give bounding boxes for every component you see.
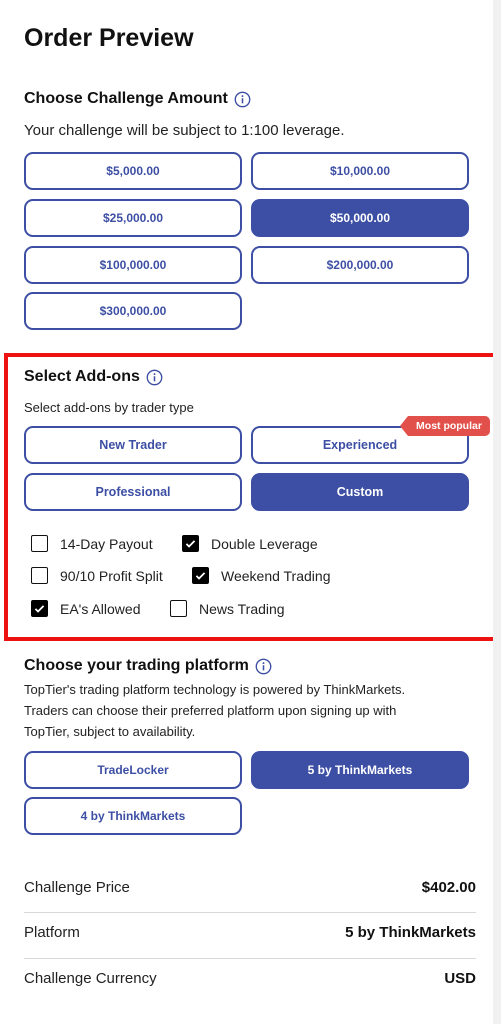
amount-button-100000[interactable]: $100,000.00 bbox=[24, 246, 242, 284]
platform-description-line-1: TopTier's trading platform technology is… bbox=[24, 682, 406, 697]
addon-90-10-profit-split[interactable]: 90/10 Profit Split bbox=[31, 567, 163, 584]
scrollbar[interactable] bbox=[493, 0, 501, 1024]
amount-button-10000[interactable]: $10,000.00 bbox=[251, 152, 469, 190]
addon-label: Weekend Trading bbox=[221, 567, 331, 584]
addon-news-trading[interactable]: News Trading bbox=[170, 600, 285, 617]
amount-button-25000[interactable]: $25,000.00 bbox=[24, 199, 242, 237]
checkbox-unchecked[interactable] bbox=[170, 600, 187, 617]
checkbox-checked[interactable] bbox=[31, 600, 48, 617]
divider bbox=[24, 958, 476, 959]
check-icon bbox=[185, 540, 196, 548]
leverage-note: Your challenge will be subject to 1:100 … bbox=[24, 122, 345, 139]
summary-label: Platform bbox=[24, 924, 80, 941]
info-icon[interactable] bbox=[146, 369, 163, 386]
checkbox-unchecked[interactable] bbox=[31, 535, 48, 552]
trader-type-professional[interactable]: Professional bbox=[24, 473, 242, 511]
platform-heading-label: Choose your trading platform bbox=[24, 657, 249, 674]
summary-label: Challenge Currency bbox=[24, 970, 157, 987]
addons-heading: Select Add-ons bbox=[24, 368, 163, 386]
amount-button-200000[interactable]: $200,000.00 bbox=[251, 246, 469, 284]
summary-value: $402.00 bbox=[421, 879, 476, 896]
platform-button-4-by-thinkmarkets[interactable]: 4 by ThinkMarkets bbox=[24, 797, 242, 835]
platform-description-line-3: TopTier, subject to availability. bbox=[24, 724, 196, 739]
platform-description-line-2: Traders can choose their preferred platf… bbox=[24, 703, 397, 718]
summary-label: Challenge Price bbox=[24, 879, 130, 896]
platform-button-tradelocker[interactable]: TradeLocker bbox=[24, 751, 242, 789]
addon-label: EA's Allowed bbox=[60, 600, 141, 617]
checkbox-checked[interactable] bbox=[182, 535, 199, 552]
trader-type-custom[interactable]: Custom bbox=[251, 473, 469, 511]
trader-type-new-trader[interactable]: New Trader bbox=[24, 426, 242, 464]
addon-label: 14-Day Payout bbox=[60, 535, 153, 552]
amount-button-300000[interactable]: $300,000.00 bbox=[24, 292, 242, 330]
summary-value: 5 by ThinkMarkets bbox=[345, 924, 476, 941]
amount-button-50000[interactable]: $50,000.00 bbox=[251, 199, 469, 237]
addon-label: 90/10 Profit Split bbox=[60, 567, 163, 584]
addon-label: Double Leverage bbox=[211, 535, 318, 552]
amount-button-5000[interactable]: $5,000.00 bbox=[24, 152, 242, 190]
info-icon[interactable] bbox=[255, 658, 272, 675]
page-title: Order Preview bbox=[24, 24, 194, 52]
check-icon bbox=[195, 572, 206, 580]
summary-value: USD bbox=[444, 970, 476, 987]
checkbox-checked[interactable] bbox=[192, 567, 209, 584]
most-popular-badge: Most popular bbox=[400, 416, 490, 436]
addons-subtitle: Select add-ons by trader type bbox=[24, 400, 194, 415]
addon-label: News Trading bbox=[199, 600, 285, 617]
platform-button-5-by-thinkmarkets[interactable]: 5 by ThinkMarkets bbox=[251, 751, 469, 789]
checkbox-unchecked[interactable] bbox=[31, 567, 48, 584]
challenge-amount-heading-label: Choose Challenge Amount bbox=[24, 90, 228, 107]
addon-eas-allowed[interactable]: EA's Allowed bbox=[31, 600, 141, 617]
summary-row-challenge-price: Challenge Price $402.00 bbox=[24, 879, 476, 896]
summary-row-challenge-currency: Challenge Currency USD bbox=[24, 970, 476, 987]
addon-14-day-payout[interactable]: 14-Day Payout bbox=[31, 535, 153, 552]
addons-heading-label: Select Add-ons bbox=[24, 368, 140, 385]
check-icon bbox=[34, 605, 45, 613]
summary-row-platform: Platform 5 by ThinkMarkets bbox=[24, 924, 476, 941]
addon-double-leverage[interactable]: Double Leverage bbox=[182, 535, 318, 552]
challenge-amount-heading: Choose Challenge Amount bbox=[24, 90, 251, 108]
divider bbox=[24, 912, 476, 913]
info-icon[interactable] bbox=[234, 91, 251, 108]
addon-weekend-trading[interactable]: Weekend Trading bbox=[192, 567, 330, 584]
platform-heading: Choose your trading platform bbox=[24, 657, 272, 675]
